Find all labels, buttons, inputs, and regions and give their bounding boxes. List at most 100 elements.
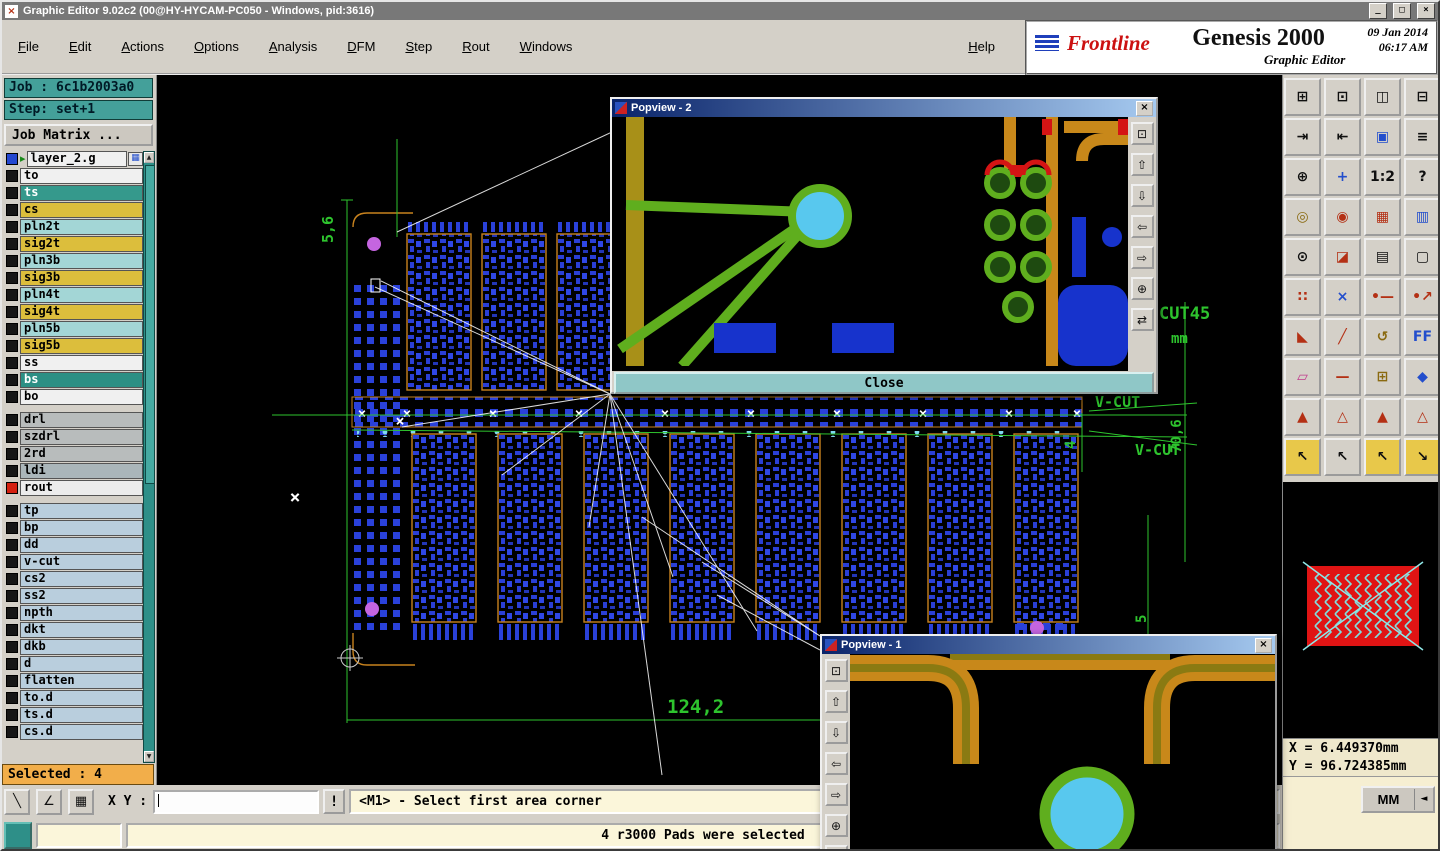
- grid-red-tool[interactable]: ▦: [1364, 198, 1401, 236]
- layer-row[interactable]: drl: [3, 412, 143, 428]
- scrollbar-thumb[interactable]: [145, 165, 155, 485]
- layer-visibility-checkbox[interactable]: [6, 590, 18, 602]
- text-pick-tool[interactable]: △: [1404, 398, 1438, 436]
- select-arrow-tool[interactable]: ↖: [1284, 438, 1321, 476]
- layer-row[interactable]: bp: [3, 520, 143, 536]
- pad-marker-tool[interactable]: ▱: [1284, 358, 1321, 396]
- pan-in-tool[interactable]: ⇥: [1284, 118, 1321, 156]
- layer-row[interactable]: pln2t: [3, 219, 143, 235]
- net-points-tool[interactable]: ∷: [1284, 278, 1321, 316]
- grid-blue-tool[interactable]: ▥: [1404, 198, 1438, 236]
- layer-visibility-checkbox[interactable]: [6, 709, 18, 721]
- zoom-ratio-tool[interactable]: 1:2: [1364, 158, 1401, 196]
- view-up-tool[interactable]: ⇧: [824, 690, 848, 713]
- layer-visibility-checkbox[interactable]: [6, 374, 18, 386]
- units-dropdown-icon[interactable]: ◄: [1414, 789, 1433, 810]
- layer-visibility-checkbox[interactable]: [6, 675, 18, 687]
- layer-visibility-checkbox[interactable]: [6, 573, 18, 585]
- popview-1-titlebar[interactable]: Popview - 1 ×: [822, 636, 1275, 654]
- via-cluster-tool[interactable]: ◆: [1404, 358, 1438, 396]
- layer-name[interactable]: tp: [20, 503, 143, 519]
- layer-visibility-checkbox[interactable]: [6, 726, 18, 738]
- layer-name[interactable]: pln5b: [20, 321, 143, 337]
- clipboard-tool[interactable]: ⊞: [1284, 78, 1321, 116]
- mirror-text-tool[interactable]: FF: [1404, 318, 1438, 356]
- text-outline-tool[interactable]: △: [1324, 398, 1361, 436]
- origin-tool[interactable]: ◉: [1324, 198, 1361, 236]
- select-add-tool[interactable]: ↖: [1324, 438, 1361, 476]
- layer-row[interactable]: to.d: [3, 690, 143, 706]
- layer-visibility-checkbox[interactable]: [6, 289, 18, 301]
- grid-toggle-tool[interactable]: ▦: [68, 788, 94, 815]
- popview-2-close-button[interactable]: Close: [614, 372, 1154, 394]
- layer-name[interactable]: cs.d: [20, 724, 143, 740]
- pan-move-tool[interactable]: +: [1324, 158, 1361, 196]
- scroll-down-icon[interactable]: ▼: [144, 751, 154, 762]
- layer-visibility-checkbox[interactable]: [6, 255, 18, 267]
- layer-visibility-checkbox[interactable]: [6, 505, 18, 517]
- popview-2-close-icon[interactable]: ×: [1136, 100, 1153, 116]
- layer-row[interactable]: to: [3, 168, 143, 184]
- layer-name[interactable]: ldi: [20, 463, 143, 479]
- layer-row[interactable]: cs2: [3, 571, 143, 587]
- popview-2-titlebar[interactable]: Popview - 2 ×: [612, 99, 1156, 117]
- view-full-tool[interactable]: ⊡: [824, 659, 848, 682]
- layer-row[interactable]: ldi: [3, 463, 143, 479]
- layer-visibility-checkbox[interactable]: [6, 221, 18, 233]
- popview-2-window[interactable]: Popview - 2 × ⊡ ⇧ ⇩ ⇦ ⇨ ⊕ ⇄ Close: [610, 97, 1158, 394]
- display-tool[interactable]: ⊡: [1324, 78, 1361, 116]
- view-up-tool[interactable]: ⇧: [1130, 153, 1154, 176]
- job-matrix-button[interactable]: Job Matrix ...: [4, 124, 153, 146]
- popview-1-content[interactable]: [850, 654, 1275, 849]
- xy-input[interactable]: [153, 789, 320, 814]
- layer-row[interactable]: bo: [3, 389, 143, 405]
- alert-button[interactable]: !: [323, 789, 346, 814]
- layer-visibility-checkbox[interactable]: [6, 607, 18, 619]
- layer-row[interactable]: szdrl: [3, 429, 143, 445]
- layer-name[interactable]: ts.d: [20, 707, 143, 723]
- layer-visibility-checkbox[interactable]: [6, 431, 18, 443]
- layer-row[interactable]: dkt: [3, 622, 143, 638]
- dash-line-tool[interactable]: —: [1324, 358, 1361, 396]
- menu-item-help[interactable]: Help: [968, 39, 995, 54]
- layer-name[interactable]: bo: [20, 389, 143, 405]
- layer-row[interactable]: sig5b: [3, 338, 143, 354]
- layer-name[interactable]: drl: [20, 412, 143, 428]
- view-full-tool[interactable]: ⊡: [1130, 122, 1154, 145]
- select-last-tool[interactable]: ↘: [1404, 438, 1438, 476]
- layer-row[interactable]: 2rd: [3, 446, 143, 462]
- layer-row[interactable]: cs: [3, 202, 143, 218]
- add-frame-tool[interactable]: ⊞: [1364, 358, 1401, 396]
- angle-corner-tool[interactable]: ◣: [1284, 318, 1321, 356]
- layer-name[interactable]: cs: [20, 202, 143, 218]
- layer-visibility-checkbox[interactable]: [6, 692, 18, 704]
- layer-name[interactable]: sig4t: [20, 304, 143, 320]
- flip-layer-tool[interactable]: ◪: [1324, 238, 1361, 276]
- measure-ring-tool[interactable]: ◎: [1284, 198, 1321, 236]
- layer-name[interactable]: szdrl: [20, 429, 143, 445]
- tile-windows-tool[interactable]: ◫: [1364, 78, 1401, 116]
- layer-name[interactable]: dkb: [20, 639, 143, 655]
- layer-visibility-checkbox[interactable]: [6, 238, 18, 250]
- zoom-fit-tool[interactable]: ⊕: [1284, 158, 1321, 196]
- layer-name[interactable]: ss: [20, 355, 143, 371]
- layer-row[interactable]: ss2: [3, 588, 143, 604]
- menu-item[interactable]: Actions: [121, 39, 164, 54]
- layer-visibility-checkbox[interactable]: [6, 391, 18, 403]
- menu-item[interactable]: DFM: [347, 39, 375, 54]
- layer-visibility-checkbox[interactable]: [6, 187, 18, 199]
- zoom-in-tool[interactable]: ⊕: [1130, 277, 1154, 300]
- scroll-up-icon[interactable]: ▲: [144, 152, 154, 163]
- layer-name[interactable]: ts: [20, 185, 143, 201]
- layer-name[interactable]: sig3b: [20, 270, 143, 286]
- layer-name[interactable]: sig5b: [20, 338, 143, 354]
- text-solid-tool[interactable]: ▲: [1364, 398, 1401, 436]
- layer-row[interactable]: flatten: [3, 673, 143, 689]
- view-down-tool[interactable]: ⇩: [1130, 184, 1154, 207]
- slope-line-tool[interactable]: ╱: [1324, 318, 1361, 356]
- layer-row[interactable]: pln4t: [3, 287, 143, 303]
- split-window-tool[interactable]: ⊟: [1404, 78, 1438, 116]
- stack-view-tool[interactable]: ≡: [1404, 118, 1438, 156]
- title-bar[interactable]: × Graphic Editor 9.02c2 (00@HY-HYCAM-PC0…: [2, 2, 1438, 20]
- layer-name[interactable]: pln2t: [20, 219, 143, 235]
